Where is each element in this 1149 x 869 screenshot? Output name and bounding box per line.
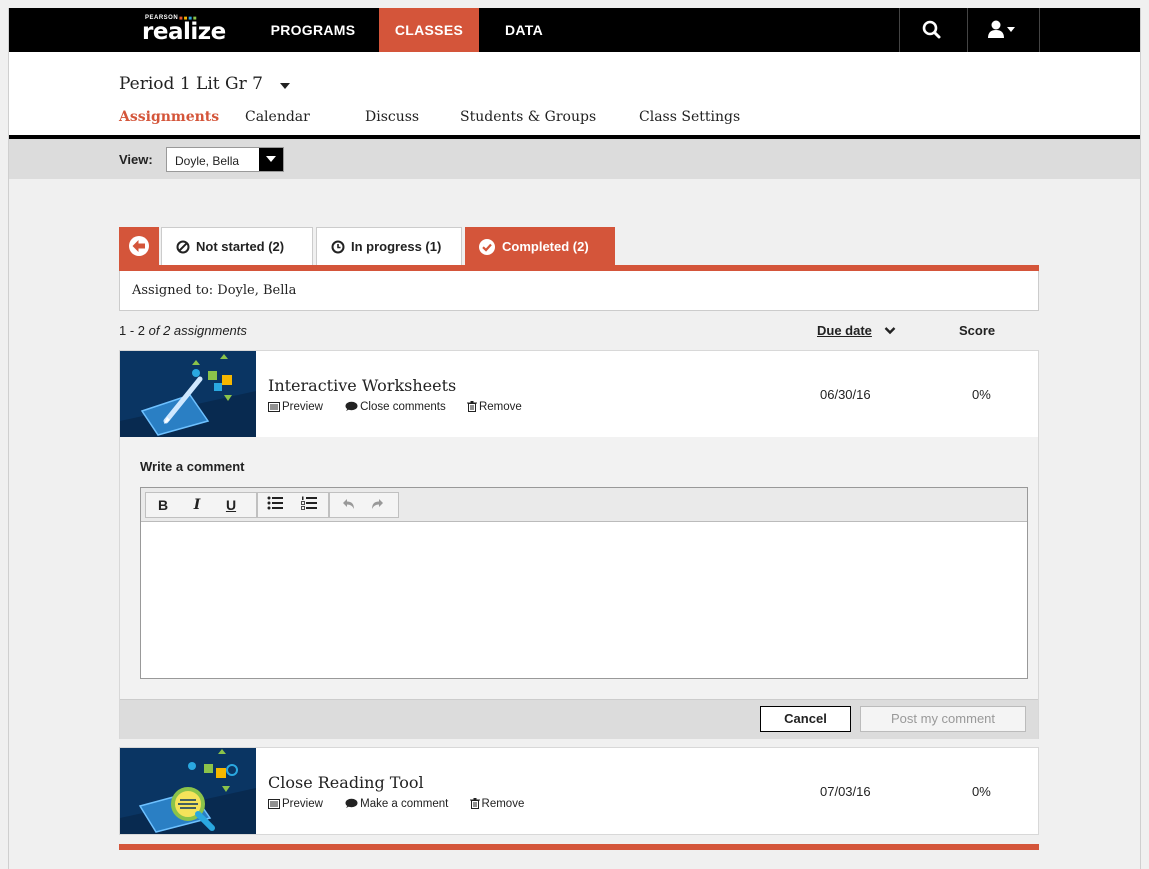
- student-select[interactable]: Doyle, Bella: [166, 147, 284, 172]
- logo-word: realize: [142, 19, 226, 45]
- list-group: [257, 492, 329, 518]
- make-comment-label: Make a comment: [360, 798, 449, 810]
- tab-completed[interactable]: Completed (2): [465, 227, 615, 265]
- remove-label: Remove: [481, 798, 525, 810]
- view-bar: View: Doyle, Bella: [9, 139, 1140, 179]
- ban-icon: [176, 240, 190, 254]
- bold-button[interactable]: B: [152, 493, 174, 517]
- comment-label: Write a comment: [140, 459, 245, 474]
- tab-completed-label: Completed (2): [502, 239, 589, 254]
- close-comments-label: Close comments: [360, 401, 446, 413]
- assignment-thumbnail: [120, 748, 256, 834]
- tab-in-progress-label: In progress (1): [351, 239, 442, 254]
- remove-label: Remove: [478, 401, 522, 413]
- post-comment-button[interactable]: Post my comment: [860, 706, 1026, 732]
- due-date: 06/30/16: [820, 387, 871, 402]
- search-icon: [922, 20, 941, 39]
- comment-textarea[interactable]: [141, 522, 1027, 678]
- score: 0%: [972, 387, 991, 402]
- realize-logo[interactable]: PEARSON ■■■■ realize: [142, 14, 232, 46]
- assignment-title[interactable]: Interactive Worksheets: [268, 376, 456, 395]
- nav-classes[interactable]: CLASSES: [379, 8, 479, 52]
- chevron-down-icon[interactable]: [884, 326, 896, 335]
- count-total: of 2 assignments: [145, 323, 247, 338]
- bullet-list-icon: [267, 496, 283, 510]
- format-group: B I U: [145, 492, 257, 518]
- top-nav: PEARSON ■■■■ realize PROGRAMS CLASSES DA…: [9, 8, 1140, 52]
- assignment-actions: Preview Close comments Remove: [268, 401, 540, 413]
- make-comment-link[interactable]: Make a comment: [344, 798, 448, 810]
- close-comments-link[interactable]: Close comments: [344, 401, 446, 413]
- score: 0%: [972, 784, 991, 799]
- assignment-count: 1 - 2 of 2 assignments: [119, 323, 247, 338]
- nav-programs[interactable]: PROGRAMS: [258, 8, 368, 52]
- cancel-button[interactable]: Cancel: [760, 706, 851, 732]
- tab-in-progress[interactable]: In progress (1): [316, 227, 462, 265]
- nav-divider: [1039, 8, 1040, 52]
- class-header: Period 1 Lit Gr 7 Assignments Calendar D…: [9, 52, 1140, 140]
- redo-icon: [372, 499, 383, 509]
- trash-icon: [466, 401, 477, 412]
- assignment-row: Interactive Worksheets Preview Close com…: [119, 350, 1039, 438]
- status-tabs: Not started (2) In progress (1) Complete…: [119, 227, 1039, 267]
- underline-button[interactable]: U: [220, 493, 242, 517]
- caret-down-icon: [266, 156, 276, 162]
- assigned-to: Assigned to: Doyle, Bella: [119, 271, 1039, 311]
- column-score: Score: [959, 323, 996, 338]
- comment-panel: Write a comment B I U Cancel Post my com…: [119, 437, 1039, 739]
- list-icon: [268, 799, 280, 809]
- redo-button[interactable]: [366, 493, 388, 517]
- arrow-left-icon: [129, 236, 149, 256]
- undo-button[interactable]: [338, 493, 360, 517]
- assignment-row: Close Reading Tool Preview Make a commen…: [119, 747, 1039, 835]
- chevron-down-icon[interactable]: [279, 82, 291, 90]
- worksheet-illustration: [120, 351, 256, 437]
- comment-icon: [345, 798, 358, 808]
- preview-label: Preview: [282, 798, 323, 810]
- preview-link[interactable]: Preview: [268, 401, 323, 413]
- app-frame: PEARSON ■■■■ realize PROGRAMS CLASSES DA…: [8, 8, 1141, 869]
- class-title[interactable]: Period 1 Lit Gr 7: [119, 74, 263, 94]
- preview-label: Preview: [282, 401, 323, 413]
- nav-data[interactable]: DATA: [489, 8, 559, 52]
- search-button[interactable]: [899, 8, 967, 52]
- numbered-list-button[interactable]: [298, 493, 320, 517]
- remove-link[interactable]: Remove: [469, 798, 525, 810]
- nav-divider: [967, 8, 968, 52]
- sort-due-date[interactable]: Due date: [817, 323, 872, 338]
- assignment-thumbnail: [120, 351, 256, 437]
- user-menu-button[interactable]: [969, 8, 1037, 52]
- clock-icon: [331, 240, 345, 254]
- assignment-title[interactable]: Close Reading Tool: [268, 773, 424, 792]
- comment-icon: [345, 401, 358, 411]
- preview-link[interactable]: Preview: [268, 798, 323, 810]
- list-bottom-bar: [119, 844, 1039, 850]
- back-button[interactable]: [119, 227, 159, 265]
- student-select-value: Doyle, Bella: [175, 154, 240, 168]
- history-group: [329, 492, 399, 518]
- editor-toolbar: B I U: [141, 488, 1027, 522]
- tab-not-started[interactable]: Not started (2): [161, 227, 313, 265]
- list-icon: [268, 402, 280, 412]
- tab-not-started-label: Not started (2): [196, 239, 285, 254]
- due-date: 07/03/16: [820, 784, 871, 799]
- undo-icon: [343, 499, 354, 509]
- numbered-list-icon: [301, 496, 317, 510]
- check-circle-icon: [479, 238, 495, 255]
- remove-link[interactable]: Remove: [466, 401, 522, 413]
- comment-editor: B I U: [140, 487, 1028, 679]
- bullet-list-button[interactable]: [264, 493, 286, 517]
- italic-button[interactable]: I: [186, 493, 208, 517]
- view-label: View:: [119, 152, 153, 167]
- user-icon: [988, 20, 1015, 38]
- comment-footer: Cancel Post my comment: [120, 699, 1038, 739]
- select-arrow[interactable]: [259, 148, 283, 171]
- assignment-actions: Preview Make a comment Remove: [268, 798, 542, 810]
- trash-icon: [469, 798, 480, 809]
- count-range: 1 - 2: [119, 323, 146, 338]
- close-reading-illustration: [120, 748, 256, 834]
